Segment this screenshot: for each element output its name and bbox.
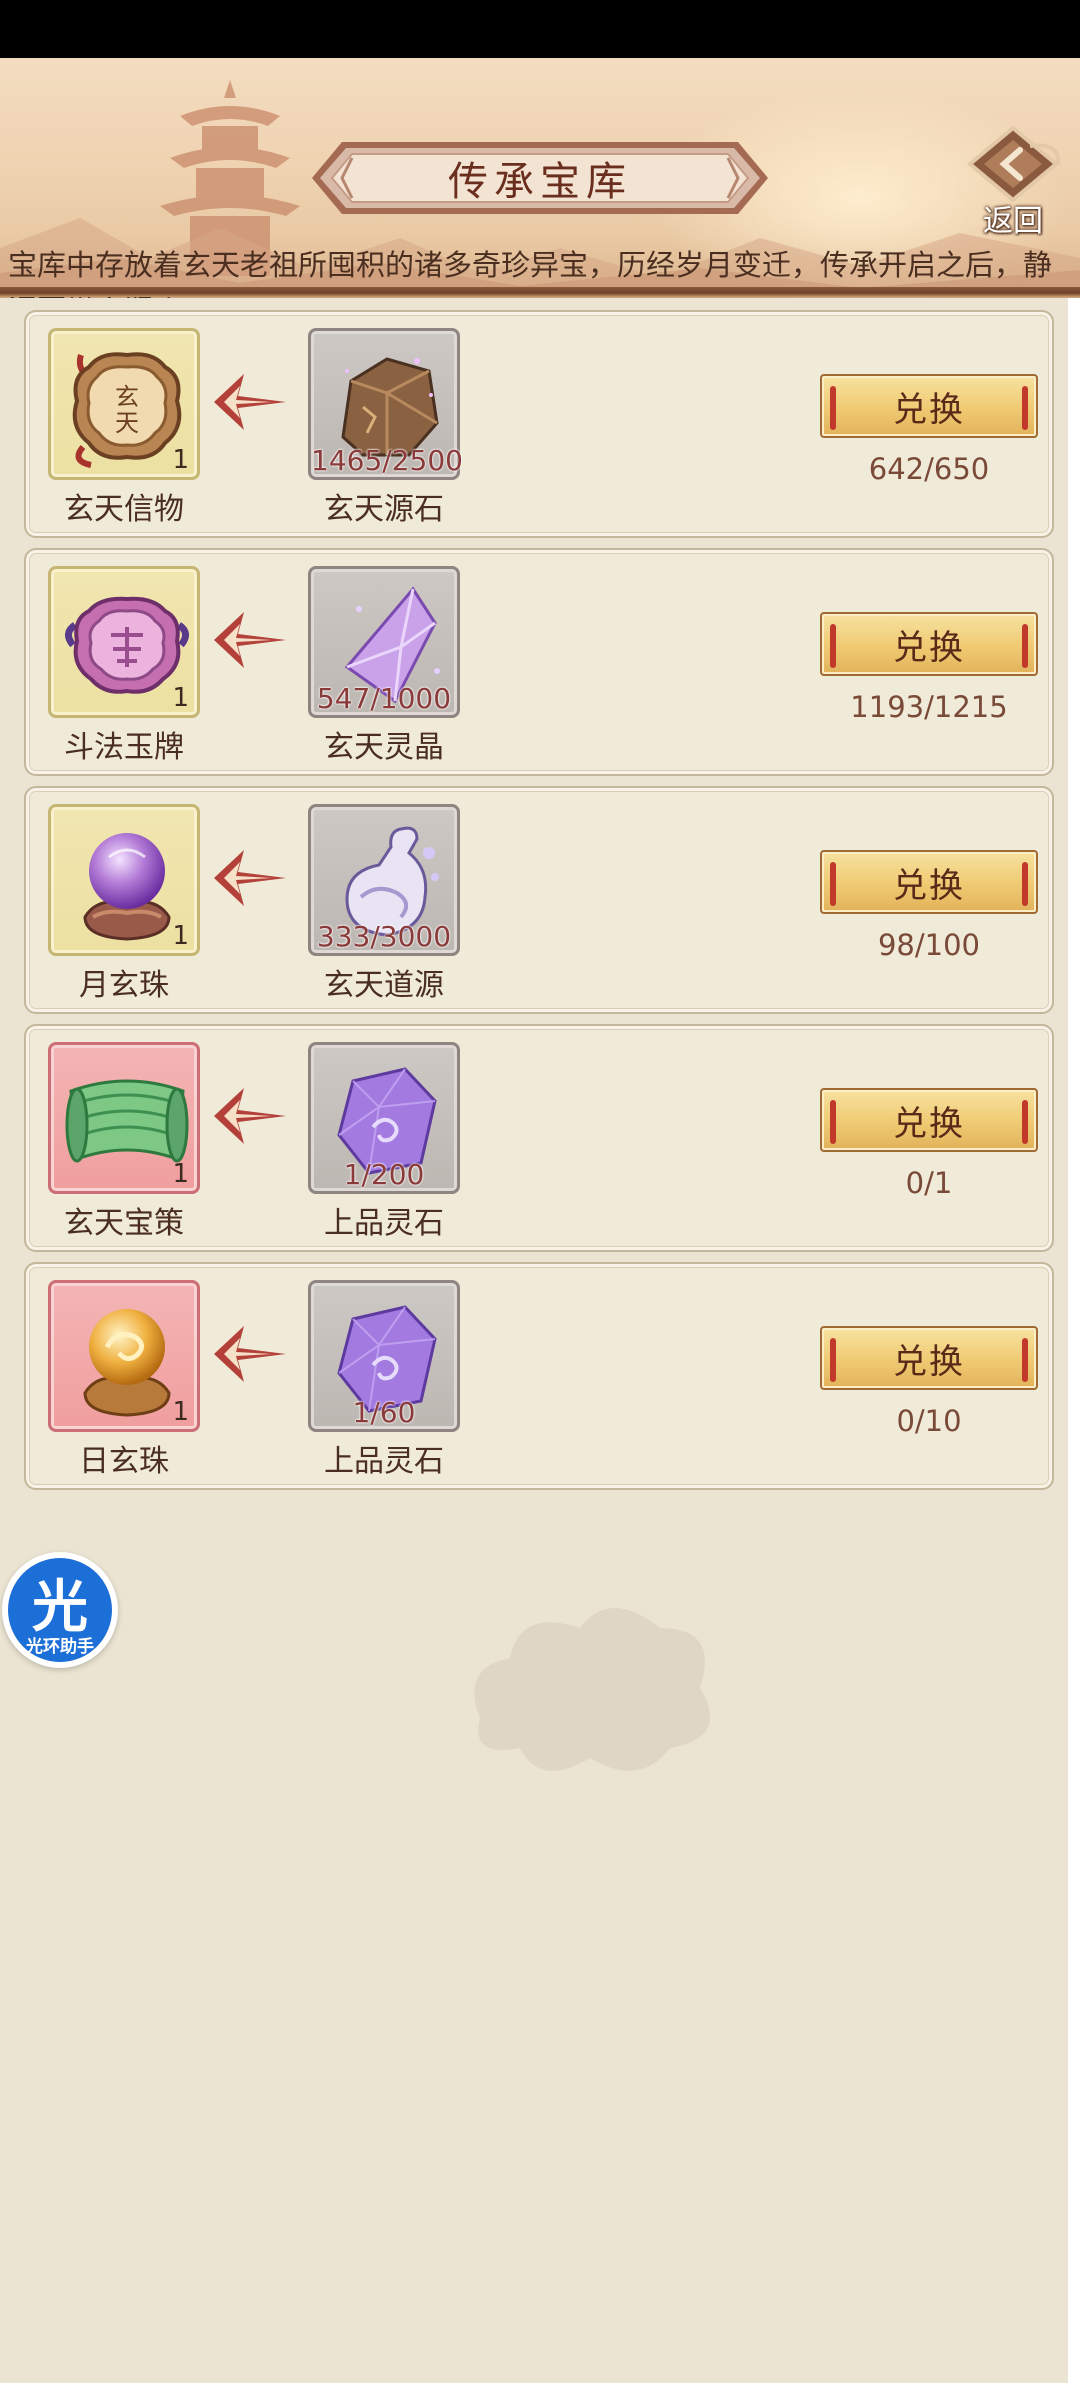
cost-item-name: 玄天灵晶 — [324, 730, 444, 765]
halo-assistant-button[interactable]: 光 光环助手 — [2, 1552, 118, 1668]
cost-item-slot[interactable]: 547/1000 — [308, 566, 460, 718]
svg-text:玄: 玄 — [115, 383, 139, 411]
exchange-arrow-icon — [210, 370, 290, 434]
exchange-button[interactable]: 兑换 — [820, 374, 1038, 438]
exchange-row: 玄 天 1 玄天信物 1465/2500 玄天源石 兑换 642/650 — [24, 310, 1054, 538]
exchange-row: 1 日玄珠 1/60 上品灵石 兑换 0/10 — [24, 1262, 1054, 1490]
cost-item-name: 上品灵石 — [324, 1206, 444, 1241]
back-label: 返回 — [983, 204, 1043, 239]
exchange-button[interactable]: 兑换 — [820, 1088, 1038, 1152]
status-bar — [0, 0, 1080, 58]
header-banner: 传承宝库 返回 宝库中存放着玄天老祖所囤积的诸多奇珍异宝，历经岁月变迁，传承开启… — [0, 58, 1080, 298]
exchange-button[interactable]: 兑换 — [820, 850, 1038, 914]
background-cloud-ornament — [474, 1608, 710, 1771]
halo-assistant-icon: 光 — [32, 1575, 88, 1640]
cost-item-slot[interactable]: 1/60 — [308, 1280, 460, 1432]
cost-item-slot[interactable]: 1465/2500 — [308, 328, 463, 480]
header-divider — [0, 287, 1080, 297]
exchange-row: 1 斗法玉牌 547/1000 玄天灵晶 兑换 1193/1215 — [24, 548, 1054, 776]
reward-item-name: 玄天信物 — [64, 492, 184, 527]
exchange-button[interactable]: 兑换 — [820, 612, 1038, 676]
reward-item-slot[interactable]: 1 — [48, 1280, 200, 1432]
exchange-row: 1 玄天宝策 1/200 上品灵石 兑换 0/1 — [24, 1024, 1054, 1252]
exchange-limit: 0/1 — [905, 1166, 953, 1200]
cost-item-slot[interactable]: 333/3000 — [308, 804, 460, 956]
cost-progress: 1465/2500 — [311, 444, 463, 477]
exchange-arrow-icon — [210, 846, 290, 910]
exchange-button[interactable]: 兑换 — [820, 1326, 1038, 1390]
reward-item-name: 月玄珠 — [79, 968, 169, 1003]
cost-progress: 1/200 — [343, 1158, 425, 1191]
screen-edge-bottom — [0, 2383, 1080, 2400]
cost-progress: 1/60 — [352, 1396, 416, 1429]
cost-item-slot[interactable]: 1/200 — [308, 1042, 460, 1194]
exchange-limit: 642/650 — [868, 452, 990, 486]
reward-item-slot[interactable]: 玄 天 1 — [48, 328, 200, 480]
cost-item-name: 玄天源石 — [324, 492, 444, 527]
back-button[interactable]: 返回 — [960, 124, 1066, 239]
reward-item-slot[interactable]: 1 — [48, 804, 200, 956]
reward-item-name: 玄天宝策 — [64, 1206, 184, 1241]
reward-count: 1 — [172, 1159, 189, 1189]
reward-item-slot[interactable]: 1 — [48, 566, 200, 718]
title-plaque: 传承宝库 — [312, 138, 768, 218]
halo-assistant-label: 光环助手 — [26, 1637, 94, 1657]
cost-progress: 547/1000 — [316, 682, 452, 715]
reward-item-name: 日玄珠 — [79, 1444, 169, 1479]
screen-edge — [1068, 298, 1080, 2400]
exchange-limit: 98/100 — [877, 928, 981, 962]
exchange-arrow-icon — [210, 1322, 290, 1386]
page-title: 传承宝库 — [448, 159, 632, 205]
reward-item-slot[interactable]: 1 — [48, 1042, 200, 1194]
cost-item-name: 上品灵石 — [324, 1444, 444, 1479]
exchange-arrow-icon — [210, 608, 290, 672]
back-arrow-icon — [966, 125, 1061, 203]
exchange-arrow-icon — [210, 1084, 290, 1148]
reward-count: 1 — [172, 921, 189, 951]
reward-count: 1 — [172, 683, 189, 713]
svg-text:天: 天 — [115, 409, 139, 437]
exchange-limit: 1193/1215 — [850, 690, 1008, 724]
reward-count: 1 — [172, 445, 189, 475]
reward-count: 1 — [172, 1397, 189, 1427]
cost-progress: 333/3000 — [316, 920, 452, 953]
exchange-limit: 0/10 — [896, 1404, 962, 1438]
cost-item-name: 玄天道源 — [324, 968, 444, 1003]
exchange-row: 1 月玄珠 333/3000 玄天道源 兑换 98/100 — [24, 786, 1054, 1014]
reward-item-name: 斗法玉牌 — [64, 730, 184, 765]
